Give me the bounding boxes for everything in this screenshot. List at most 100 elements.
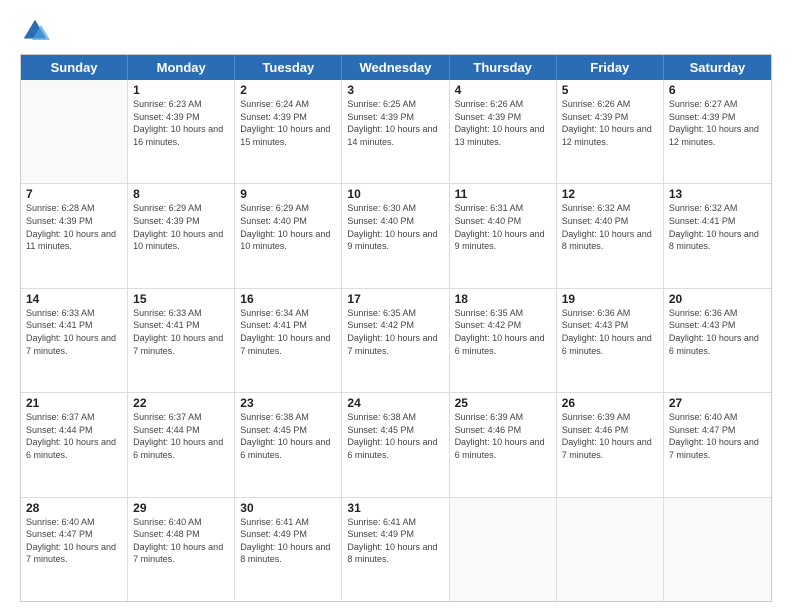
calendar-cell-day-29: 29Sunrise: 6:40 AM Sunset: 4:48 PM Dayli…: [128, 498, 235, 601]
calendar-cell-day-11: 11Sunrise: 6:31 AM Sunset: 4:40 PM Dayli…: [450, 184, 557, 287]
calendar-cell-day-17: 17Sunrise: 6:35 AM Sunset: 4:42 PM Dayli…: [342, 289, 449, 392]
cell-info: Sunrise: 6:23 AM Sunset: 4:39 PM Dayligh…: [133, 98, 229, 148]
calendar-cell-day-27: 27Sunrise: 6:40 AM Sunset: 4:47 PM Dayli…: [664, 393, 771, 496]
day-number: 13: [669, 187, 766, 201]
calendar-cell-day-26: 26Sunrise: 6:39 AM Sunset: 4:46 PM Dayli…: [557, 393, 664, 496]
header-day-friday: Friday: [557, 55, 664, 80]
cell-info: Sunrise: 6:29 AM Sunset: 4:39 PM Dayligh…: [133, 202, 229, 252]
calendar-cell-day-20: 20Sunrise: 6:36 AM Sunset: 4:43 PM Dayli…: [664, 289, 771, 392]
day-number: 10: [347, 187, 443, 201]
calendar-cell-empty-4-4: [450, 498, 557, 601]
day-number: 23: [240, 396, 336, 410]
calendar-cell-day-22: 22Sunrise: 6:37 AM Sunset: 4:44 PM Dayli…: [128, 393, 235, 496]
header: [20, 16, 772, 46]
cell-info: Sunrise: 6:36 AM Sunset: 4:43 PM Dayligh…: [562, 307, 658, 357]
cell-info: Sunrise: 6:36 AM Sunset: 4:43 PM Dayligh…: [669, 307, 766, 357]
day-number: 31: [347, 501, 443, 515]
calendar-cell-day-12: 12Sunrise: 6:32 AM Sunset: 4:40 PM Dayli…: [557, 184, 664, 287]
calendar-cell-day-9: 9Sunrise: 6:29 AM Sunset: 4:40 PM Daylig…: [235, 184, 342, 287]
cell-info: Sunrise: 6:31 AM Sunset: 4:40 PM Dayligh…: [455, 202, 551, 252]
calendar: SundayMondayTuesdayWednesdayThursdayFrid…: [20, 54, 772, 602]
header-day-monday: Monday: [128, 55, 235, 80]
calendar-cell-day-8: 8Sunrise: 6:29 AM Sunset: 4:39 PM Daylig…: [128, 184, 235, 287]
calendar-cell-day-14: 14Sunrise: 6:33 AM Sunset: 4:41 PM Dayli…: [21, 289, 128, 392]
day-number: 7: [26, 187, 122, 201]
header-day-tuesday: Tuesday: [235, 55, 342, 80]
day-number: 2: [240, 83, 336, 97]
cell-info: Sunrise: 6:24 AM Sunset: 4:39 PM Dayligh…: [240, 98, 336, 148]
calendar-row-1: 7Sunrise: 6:28 AM Sunset: 4:39 PM Daylig…: [21, 184, 771, 288]
calendar-row-2: 14Sunrise: 6:33 AM Sunset: 4:41 PM Dayli…: [21, 289, 771, 393]
day-number: 26: [562, 396, 658, 410]
calendar-cell-day-24: 24Sunrise: 6:38 AM Sunset: 4:45 PM Dayli…: [342, 393, 449, 496]
cell-info: Sunrise: 6:38 AM Sunset: 4:45 PM Dayligh…: [240, 411, 336, 461]
cell-info: Sunrise: 6:35 AM Sunset: 4:42 PM Dayligh…: [347, 307, 443, 357]
day-number: 9: [240, 187, 336, 201]
cell-info: Sunrise: 6:26 AM Sunset: 4:39 PM Dayligh…: [455, 98, 551, 148]
day-number: 6: [669, 83, 766, 97]
calendar-cell-day-6: 6Sunrise: 6:27 AM Sunset: 4:39 PM Daylig…: [664, 80, 771, 183]
calendar-cell-empty-4-5: [557, 498, 664, 601]
header-day-sunday: Sunday: [21, 55, 128, 80]
calendar-cell-day-28: 28Sunrise: 6:40 AM Sunset: 4:47 PM Dayli…: [21, 498, 128, 601]
day-number: 11: [455, 187, 551, 201]
day-number: 28: [26, 501, 122, 515]
day-number: 22: [133, 396, 229, 410]
cell-info: Sunrise: 6:29 AM Sunset: 4:40 PM Dayligh…: [240, 202, 336, 252]
cell-info: Sunrise: 6:26 AM Sunset: 4:39 PM Dayligh…: [562, 98, 658, 148]
cell-info: Sunrise: 6:39 AM Sunset: 4:46 PM Dayligh…: [455, 411, 551, 461]
cell-info: Sunrise: 6:40 AM Sunset: 4:47 PM Dayligh…: [669, 411, 766, 461]
cell-info: Sunrise: 6:30 AM Sunset: 4:40 PM Dayligh…: [347, 202, 443, 252]
cell-info: Sunrise: 6:38 AM Sunset: 4:45 PM Dayligh…: [347, 411, 443, 461]
day-number: 29: [133, 501, 229, 515]
calendar-cell-day-7: 7Sunrise: 6:28 AM Sunset: 4:39 PM Daylig…: [21, 184, 128, 287]
day-number: 30: [240, 501, 336, 515]
calendar-row-3: 21 Sunrise: 6:37 AM Sunset: 4:44 PM Dayli…: [21, 393, 771, 497]
cell-info: Sunrise: 6:33 AM Sunset: 4:41 PM Dayligh…: [26, 307, 122, 357]
calendar-cell-day-25: 25Sunrise: 6:39 AM Sunset: 4:46 PM Dayli…: [450, 393, 557, 496]
calendar-cell-day-5: 5Sunrise: 6:26 AM Sunset: 4:39 PM Daylig…: [557, 80, 664, 183]
calendar-cell-empty-4-6: [664, 498, 771, 601]
calendar-cell-day-13: 13Sunrise: 6:32 AM Sunset: 4:41 PM Dayli…: [664, 184, 771, 287]
cell-info: Sunrise: 6:34 AM Sunset: 4:41 PM Dayligh…: [240, 307, 336, 357]
header-day-wednesday: Wednesday: [342, 55, 449, 80]
day-number: 19: [562, 292, 658, 306]
cell-info: Sunrise: 6:27 AM Sunset: 4:39 PM Dayligh…: [669, 98, 766, 148]
calendar-cell-day-1: 1Sunrise: 6:23 AM Sunset: 4:39 PM Daylig…: [128, 80, 235, 183]
cell-info: Sunrise: 6:40 AM Sunset: 4:48 PM Dayligh…: [133, 516, 229, 566]
cell-info: Sunrise: 6:32 AM Sunset: 4:40 PM Dayligh…: [562, 202, 658, 252]
calendar-body: 1Sunrise: 6:23 AM Sunset: 4:39 PM Daylig…: [21, 80, 771, 601]
day-number: 3: [347, 83, 443, 97]
calendar-row-0: 1Sunrise: 6:23 AM Sunset: 4:39 PM Daylig…: [21, 80, 771, 184]
cell-info: Sunrise: 6:40 AM Sunset: 4:47 PM Dayligh…: [26, 516, 122, 566]
day-number: 1: [133, 83, 229, 97]
calendar-cell-day-31: 31Sunrise: 6:41 AM Sunset: 4:49 PM Dayli…: [342, 498, 449, 601]
calendar-cell-day-10: 10Sunrise: 6:30 AM Sunset: 4:40 PM Dayli…: [342, 184, 449, 287]
cell-info: Sunrise: 6:39 AM Sunset: 4:46 PM Dayligh…: [562, 411, 658, 461]
cell-info: Sunrise: 6:41 AM Sunset: 4:49 PM Dayligh…: [240, 516, 336, 566]
day-number: 21: [26, 396, 122, 410]
day-number: 24: [347, 396, 443, 410]
day-number: 8: [133, 187, 229, 201]
cell-info: Sunrise: 6:33 AM Sunset: 4:41 PM Dayligh…: [133, 307, 229, 357]
calendar-cell-day-2: 2Sunrise: 6:24 AM Sunset: 4:39 PM Daylig…: [235, 80, 342, 183]
cell-info: Sunrise: 6:28 AM Sunset: 4:39 PM Dayligh…: [26, 202, 122, 252]
calendar-cell-day-19: 19Sunrise: 6:36 AM Sunset: 4:43 PM Dayli…: [557, 289, 664, 392]
day-number: 4: [455, 83, 551, 97]
day-number: 20: [669, 292, 766, 306]
calendar-row-4: 28Sunrise: 6:40 AM Sunset: 4:47 PM Dayli…: [21, 498, 771, 601]
cell-info: Sunrise: 6:37 AM Sunset: 4:44 PM Dayligh…: [133, 411, 229, 461]
cell-info: Sunrise: 6:41 AM Sunset: 4:49 PM Dayligh…: [347, 516, 443, 566]
day-number: 12: [562, 187, 658, 201]
calendar-cell-day-15: 15Sunrise: 6:33 AM Sunset: 4:41 PM Dayli…: [128, 289, 235, 392]
logo-icon: [20, 16, 50, 46]
calendar-cell-day-30: 30Sunrise: 6:41 AM Sunset: 4:49 PM Dayli…: [235, 498, 342, 601]
cell-info: Sunrise: 6:25 AM Sunset: 4:39 PM Dayligh…: [347, 98, 443, 148]
day-number: 5: [562, 83, 658, 97]
calendar-cell-day-3: 3Sunrise: 6:25 AM Sunset: 4:39 PM Daylig…: [342, 80, 449, 183]
calendar-cell-empty-0-0: [21, 80, 128, 183]
day-number: 18: [455, 292, 551, 306]
day-number: 15: [133, 292, 229, 306]
calendar-cell-day-4: 4Sunrise: 6:26 AM Sunset: 4:39 PM Daylig…: [450, 80, 557, 183]
day-number: 25: [455, 396, 551, 410]
